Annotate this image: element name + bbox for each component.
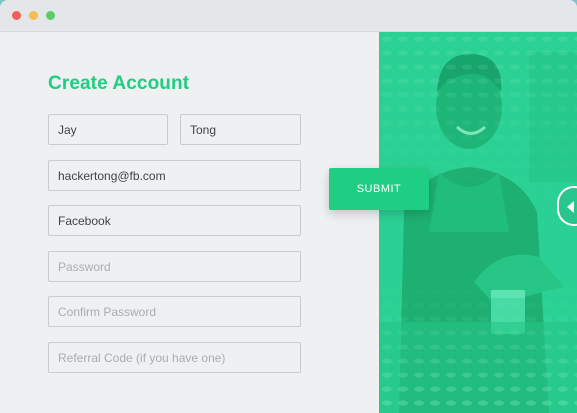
page-title: Create Account [48, 73, 190, 94]
first-name-field[interactable] [48, 114, 168, 145]
photo-illustration [379, 32, 577, 413]
last-name-field[interactable] [180, 114, 301, 145]
app-window: Create Account SUBMIT [0, 0, 577, 413]
submit-button[interactable]: SUBMIT [329, 168, 429, 210]
referral-code-field[interactable] [48, 342, 301, 373]
chevron-left-icon [567, 201, 574, 213]
signup-form: Create Account [0, 32, 379, 413]
maximize-window-button[interactable] [46, 11, 55, 20]
email-field[interactable] [48, 160, 301, 191]
password-field[interactable] [48, 251, 301, 282]
confirm-password-field[interactable] [48, 296, 301, 327]
company-field[interactable] [48, 205, 301, 236]
title-bar [0, 0, 577, 32]
minimize-window-button[interactable] [29, 11, 38, 20]
close-window-button[interactable] [12, 11, 21, 20]
hero-photo [379, 32, 577, 413]
